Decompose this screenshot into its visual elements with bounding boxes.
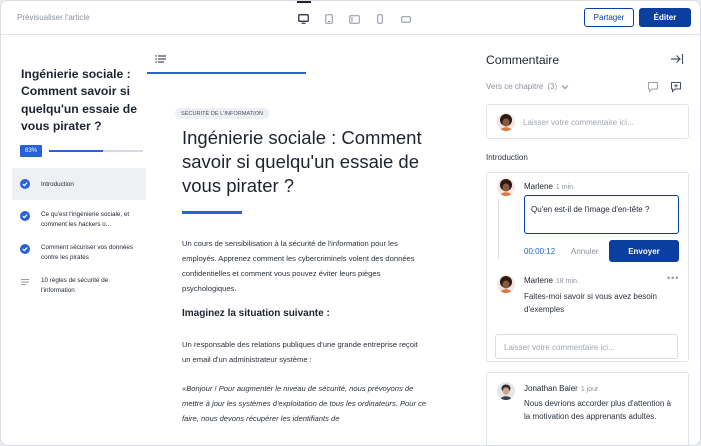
reply-author: Marlene 18 min. [524,276,579,285]
author-name: Jonathan Baier [524,384,578,393]
nav-item-secure-data[interactable]: Comment sécuriser vos données contre les… [12,239,146,267]
new-comment-placeholder: Laisser votre commentaire ici... [523,118,634,127]
nav-item-introduction[interactable]: Introduction [12,168,146,200]
comments-panel: Commentaire Vers ce chapitre (3) Laisser… [474,36,700,445]
progress-bar-fill [49,150,103,152]
chapter-filter-dropdown[interactable]: Vers ce chapitre (3) [486,82,569,91]
recording-timer: 00:00:12 [524,247,556,256]
course-navigation: Ingénierie sociale : Comment savoir si q… [12,46,146,445]
course-title: Ingénierie sociale : Comment savoir si q… [21,67,138,133]
edit-button[interactable]: Éditer [639,8,691,27]
nav-item-label: 10 règles de sécurité de l'information [41,277,109,294]
article-title: Ingénierie sociale : Comment savoir si q… [182,127,422,196]
desktop-view-icon[interactable] [291,1,317,29]
device-switcher [291,1,419,29]
thread-reply-placeholder: Laisser votre commentaire ici... [504,343,615,352]
nav-item-label: Introduction [41,181,74,188]
send-button[interactable]: Envoyer [609,240,679,262]
reply-input[interactable]: Qu'en est-il de l'image d'en-tête ? [524,195,679,234]
collapse-panel-icon[interactable] [670,53,684,65]
chapter-filter-count: (3) [547,82,558,91]
progress-bar [49,150,143,152]
new-comment-box[interactable]: Laisser votre commentaire ici... [486,104,689,139]
chapter-filter-label: Vers ce chapitre [486,82,544,91]
nav-item-what-is-social-engineering[interactable]: Ce qu'est l'ingénierie sociale, et comme… [12,206,146,234]
mobile-view-icon[interactable] [368,9,394,29]
section-heading: Imaginez la situation suivante : [182,308,330,319]
progress-badge: 83% [20,145,42,157]
author-avatar [497,275,515,293]
comment-author: Marlene 1 min. [524,182,575,191]
intro-paragraph: Un cours de sensibilisation à la sécurit… [182,239,415,293]
text-lines-icon [21,279,29,285]
comment-time: 1 min. [555,184,575,191]
nav-item-label: Comment sécuriser vos données contre les… [41,244,134,261]
quote-paragraph: «Bonjour ! Pour augmenter le niveau de s… [182,384,427,423]
article-content: SÉCURITÉ DE L'INFORMATION Ingénierie soc… [147,46,462,445]
panel-title: Commentaire [486,53,560,67]
app-window: Prévisualiser l'article Partager Éditer … [0,0,701,446]
table-of-contents-icon[interactable] [155,54,167,64]
tablet-landscape-view-icon[interactable] [342,9,368,29]
thread-reply-input[interactable]: Laisser votre commentaire ici... [495,334,678,359]
nav-item-label: Ce qu'est l'ingénierie sociale, et comme… [41,211,130,228]
comment-time: 1 jour [580,386,599,393]
author-avatar [497,382,515,400]
reply-text: Faites-moi savoir si vous avez besoin d'… [524,292,657,314]
author-avatar [497,178,515,196]
author-name: Marlene [524,182,553,191]
thread-connector-line [498,199,499,259]
tablet-view-icon[interactable] [317,9,343,29]
title-divider [182,211,242,214]
author-name: Marlene [524,276,553,285]
body-paragraph: Un responsable des relations publiques d… [182,340,418,364]
nav-item-security-rules[interactable]: 10 règles de sécurité de l'information [12,272,146,300]
preview-title: Prévisualiser l'article [17,13,90,22]
user-avatar [497,113,515,131]
completed-check-icon [20,179,30,189]
toc-active-underline [147,72,306,74]
category-tag: SÉCURITÉ DE L'INFORMATION [175,108,270,119]
completed-check-icon [20,211,30,221]
comment-icon[interactable] [647,81,659,93]
top-bar: Prévisualiser l'article Partager Éditer [1,1,700,35]
completed-check-icon [20,244,30,254]
section-label: Introduction [486,153,528,162]
cancel-button[interactable]: Annuler [571,247,599,256]
mobile-landscape-view-icon[interactable] [393,9,419,29]
chevron-down-icon [561,84,569,89]
comment-time: 18 min. [555,278,579,285]
add-comment-icon[interactable] [670,81,682,93]
share-button[interactable]: Partager [584,8,634,27]
comment-text: Nous devrions accorder plus d'attention … [524,399,671,421]
comment-author: Jonathan Baier 1 jour [524,384,598,393]
more-options-icon[interactable]: ••• [667,273,679,283]
